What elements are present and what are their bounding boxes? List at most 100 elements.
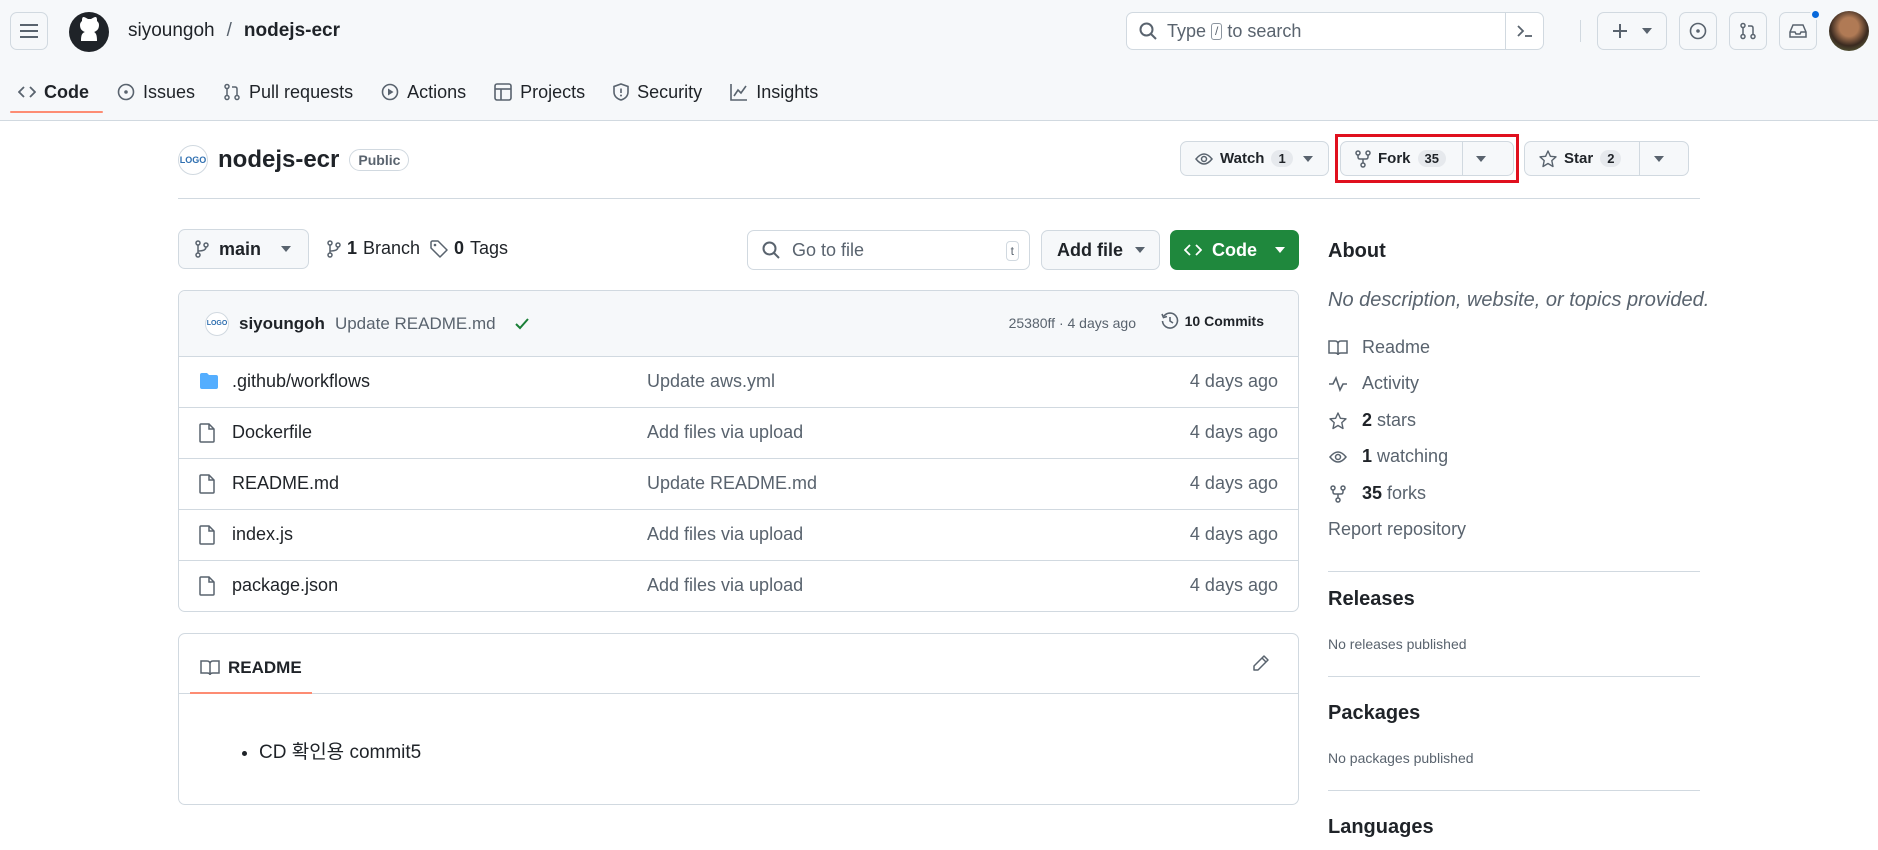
branch-select[interactable]: main: [178, 229, 309, 269]
watch-button[interactable]: Watch 1: [1181, 142, 1307, 175]
languages-heading: Languages: [1328, 816, 1434, 838]
stars-link[interactable]: 2 stars: [1328, 410, 1416, 431]
file-date: 4 days ago: [1189, 524, 1278, 544]
inbox-icon: [1789, 24, 1807, 38]
file-date: 4 days ago: [1189, 473, 1278, 493]
sidebar-divider-languages: [1328, 790, 1700, 791]
github-logo[interactable]: [68, 11, 110, 53]
file-row[interactable]: Dockerfile Add files via upload 4 days ago: [179, 408, 1298, 459]
file-date: 4 days ago: [1189, 371, 1278, 391]
tab-security-label: Security: [637, 81, 703, 102]
eye-icon: [1329, 450, 1347, 463]
file-row[interactable]: package.json Add files via upload 4 days a…: [179, 561, 1298, 611]
file-name[interactable]: index.js: [232, 524, 293, 545]
sidebar-divider-packages: [1328, 676, 1700, 677]
tab-code-label: Code: [44, 81, 89, 102]
add-file-button[interactable]: Add file: [1041, 230, 1160, 270]
commit-author-avatar[interactable]: LOGO: [205, 311, 229, 336]
readme-link[interactable]: Readme: [1328, 337, 1430, 358]
file-row[interactable]: README.md Update README.md 4 days ago: [179, 459, 1298, 510]
global-header: siyoungoh / nodejs-ecr Type / to search …: [0, 0, 1878, 121]
commit-sha-date[interactable]: 25380ff · 4 days ago: [1009, 315, 1136, 331]
pencil-icon: [1253, 655, 1269, 671]
chevron-down-icon: [1653, 155, 1664, 162]
file-name[interactable]: README.md: [232, 473, 339, 494]
fork-highlight-box: [1335, 134, 1519, 183]
readme-header: README: [179, 634, 1298, 694]
command-palette-button[interactable]: [1505, 13, 1543, 49]
chevron-down-icon: [1135, 247, 1145, 253]
report-repository-link[interactable]: Report repository: [1328, 519, 1466, 540]
commit-message[interactable]: Update README.md: [335, 314, 496, 334]
branch-count-label: Branch: [363, 238, 421, 258]
create-new-button[interactable]: [1597, 12, 1667, 50]
readme-tab[interactable]: README: [190, 644, 312, 694]
repo-owner-avatar[interactable]: LOGO: [178, 145, 208, 175]
readme-content: CD 확인용 commit5: [259, 737, 421, 764]
search-shortcut-key: /: [1211, 22, 1223, 40]
star-icon: [1539, 149, 1557, 167]
star-dropdown-button[interactable]: [1639, 142, 1677, 175]
releases-heading[interactable]: Releases: [1328, 588, 1415, 611]
commit-author[interactable]: siyoungoh: [239, 314, 325, 334]
file-commit-message[interactable]: Add files via upload: [647, 524, 803, 545]
commits-count: 10 Commits: [1184, 313, 1264, 329]
latest-commit-bar: LOGO siyoungoh Update README.md 25380ff …: [179, 291, 1298, 357]
activity-link[interactable]: Activity: [1328, 373, 1419, 394]
tab-actions-label: Actions: [407, 81, 467, 102]
folder-icon: [200, 373, 218, 389]
file-commit-message[interactable]: Update aws.yml: [647, 371, 775, 392]
tab-code[interactable]: Code: [10, 72, 103, 113]
file-commit-message[interactable]: Add files via upload: [647, 422, 803, 443]
tab-actions[interactable]: Actions: [381, 72, 480, 112]
play-icon: [381, 83, 399, 101]
tab-issues[interactable]: Issues: [117, 72, 209, 112]
global-search[interactable]: Type / to search: [1126, 12, 1544, 50]
edit-readme-button[interactable]: [1252, 654, 1270, 672]
stars-label: stars: [1377, 410, 1417, 430]
tab-pull-requests[interactable]: Pull requests: [223, 72, 367, 112]
breadcrumb-repo[interactable]: nodejs-ecr: [244, 20, 340, 42]
tab-insights[interactable]: Insights: [730, 72, 832, 112]
git-pull-request-icon: [1740, 22, 1756, 40]
visibility-badge: Public: [349, 149, 410, 171]
commits-link[interactable]: 10 Commits: [1160, 312, 1264, 330]
go-to-file-shortcut: t: [1005, 241, 1019, 261]
file-commit-message[interactable]: Update README.md: [647, 473, 817, 494]
watching-link[interactable]: 1 watching: [1328, 446, 1448, 467]
user-avatar[interactable]: [1829, 11, 1869, 51]
tab-pull-requests-label: Pull requests: [249, 81, 354, 102]
file-name[interactable]: Dockerfile: [232, 422, 312, 443]
chevron-down-icon: [1302, 155, 1313, 162]
packages-empty-text: No packages published: [1328, 750, 1474, 766]
file-name[interactable]: .github/workflows: [232, 371, 370, 392]
branches-link[interactable]: 1 Branch: [327, 238, 420, 259]
tab-projects[interactable]: Projects: [494, 72, 599, 112]
packages-heading[interactable]: Packages: [1328, 702, 1420, 725]
file-commit-message[interactable]: Add files via upload: [647, 575, 803, 596]
readme-link-label: Readme: [1362, 337, 1431, 357]
issue-opened-icon: [117, 83, 135, 101]
file-row[interactable]: index.js Add files via upload 4 days ago: [179, 510, 1298, 561]
forks-link[interactable]: 35 forks: [1328, 483, 1426, 504]
menu-button[interactable]: [10, 12, 48, 50]
watch-button-group: Watch 1: [1180, 141, 1329, 176]
file-row[interactable]: .github/workflows Update aws.yml 4 days ag…: [179, 357, 1298, 408]
readme-panel: README CD 확인용 commit5: [178, 633, 1299, 805]
code-button[interactable]: Code: [1170, 230, 1299, 270]
repo-title[interactable]: nodejs-ecr: [218, 146, 339, 174]
tab-security[interactable]: Security: [613, 72, 716, 112]
issues-button[interactable]: [1679, 12, 1717, 50]
star-button[interactable]: Star 2: [1525, 142, 1639, 175]
pull-requests-button[interactable]: [1729, 12, 1767, 50]
tags-link[interactable]: 0 Tags: [430, 238, 508, 259]
add-file-label: Add file: [1057, 239, 1123, 260]
file-icon-wrap: [199, 525, 215, 545]
star-button-group: Star 2: [1524, 141, 1689, 176]
go-to-file-input[interactable]: Go to file t: [747, 230, 1030, 270]
readme-tab-label: README: [228, 658, 302, 677]
tag-count: 0: [454, 238, 465, 258]
git-branch-icon: [327, 239, 341, 258]
file-name[interactable]: package.json: [232, 575, 338, 596]
breadcrumb-owner[interactable]: siyoungoh: [128, 20, 215, 42]
